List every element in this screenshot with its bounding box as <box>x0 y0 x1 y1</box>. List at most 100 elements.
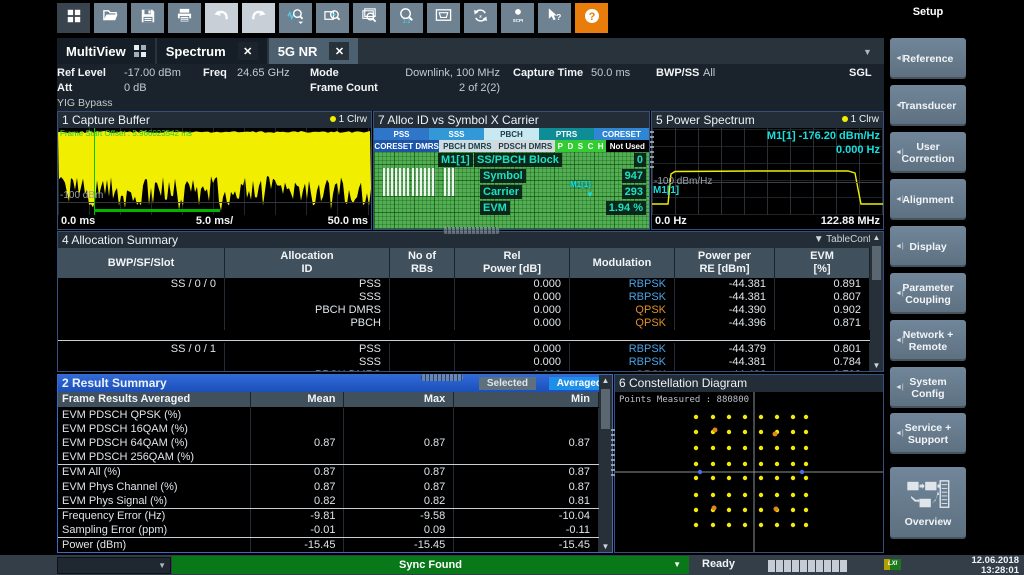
column-header-min[interactable]: Min <box>454 392 598 407</box>
marker-readout-level: M1[1] -176.20 dBm/Hz <box>767 130 880 142</box>
overview-icon <box>905 479 951 514</box>
freq-label: Freq <box>203 67 227 79</box>
marker-row-label: Carrier <box>480 185 522 199</box>
submenu-arrow-icon: ◄| <box>895 290 904 297</box>
legend-chip-sss: SSS <box>429 128 484 140</box>
analysis-interval-bar <box>94 209 220 212</box>
table-row: PBCH DMRS0.000QPSK-44.4060.793 <box>58 369 870 371</box>
marker-value: 947 <box>622 169 646 183</box>
zoom-button[interactable] <box>316 3 349 33</box>
constellation-plot: Points Measured : 880800 <box>615 392 883 552</box>
cell <box>344 408 454 422</box>
column-header-max[interactable]: Max <box>344 392 453 407</box>
window-title-bar[interactable]: 2 Result Summary SelectedAveraged <box>58 375 612 392</box>
splitter-handle[interactable] <box>443 227 500 234</box>
zoom-trace-button[interactable] <box>279 3 312 33</box>
tab-overflow-icon[interactable]: ▼ <box>863 47 872 57</box>
progress-bar <box>768 559 848 575</box>
tab-close-icon[interactable]: ✕ <box>238 42 258 60</box>
column-header-no-of[interactable]: No ofRBs <box>390 248 454 278</box>
column-header-power-per[interactable]: Power perRE [dBm] <box>675 248 774 278</box>
cell <box>454 450 599 464</box>
windows-button[interactable] <box>57 3 90 33</box>
sequence-button[interactable]: s <box>464 3 497 33</box>
softkey-user-correction[interactable]: ◄|UserCorrection <box>890 132 966 173</box>
window-title-bar[interactable]: 1 Capture Buffer 1 Clrw <box>58 112 371 128</box>
frame-count-value[interactable]: 2 of 2(2) <box>357 82 500 94</box>
softkey-transducer[interactable]: ◄|Transducer <box>890 85 966 126</box>
capture-time-value[interactable]: 50.0 ms <box>591 67 630 79</box>
chevron-down-icon: ▼ <box>673 556 681 574</box>
cell: PSS <box>225 343 390 356</box>
softkey-system-config[interactable]: ◄|SystemConfig <box>890 367 966 408</box>
resource-hatch-block <box>383 168 409 196</box>
help-button[interactable]: ? <box>575 3 608 33</box>
tab-bar: MultiViewSpectrum✕5G NR✕ <box>57 38 884 64</box>
cursor-help-button[interactable]: ? <box>538 3 571 33</box>
group-separator <box>58 330 870 341</box>
open-file-button[interactable] <box>94 3 127 33</box>
cell: -9.81 <box>251 509 345 523</box>
save-button[interactable] <box>131 3 164 33</box>
tab-multiview[interactable]: MultiView <box>57 38 155 64</box>
cell: 0.807 <box>775 291 870 304</box>
undo-button[interactable] <box>205 3 238 33</box>
column-header-frame-results-averaged[interactable]: Frame Results Averaged <box>58 392 250 407</box>
splitter-handle[interactable] <box>650 130 654 168</box>
marker-m1-flag[interactable]: M1[1] <box>570 180 591 189</box>
mode-value[interactable]: Downlink, 100 MHz <box>357 67 500 79</box>
softkey-label: ParameterCoupling <box>902 282 953 306</box>
datetime[interactable]: 12.06.2018 13:28:01 <box>971 556 1019 575</box>
print-button[interactable] <box>168 3 201 33</box>
softkey-service-support[interactable]: ◄|Service +Support <box>890 413 966 454</box>
freq-value[interactable]: 24.65 GHz <box>237 67 290 79</box>
window-alloc-id-vs-symbol-carrier: 7 Alloc ID vs Symbol X Carrier PSSSSSPBC… <box>373 111 650 230</box>
tab-close-icon[interactable]: ✕ <box>329 42 349 60</box>
column-header-allocation[interactable]: AllocationID <box>225 248 389 278</box>
legend-chip-h: H <box>596 140 606 152</box>
window-title-bar[interactable]: 4 Allocation Summary ▼ TableConfig <box>58 232 883 248</box>
softkey-reference[interactable]: ◄|Reference <box>890 38 966 79</box>
window-title-bar[interactable]: 5 Power Spectrum 1 Clrw <box>652 112 883 128</box>
softkey-network-remote[interactable]: ◄|Network +Remote <box>890 320 966 361</box>
softkey-parameter-coupling[interactable]: ◄|ParameterCoupling <box>890 273 966 314</box>
alloc-grid-plot: M1[1]SS/PBCH Block0Symbol947Carrier293EV… <box>374 152 649 229</box>
column-header-bwp-sf-slot[interactable]: BWP/SF/Slot <box>58 248 224 278</box>
instrument-screen: 1:1 sSCPI?? MultiViewSpectrum✕5G NR✕ ▼ Re… <box>0 0 1024 575</box>
toggle-selected[interactable]: Selected <box>479 377 536 390</box>
cell: 0.000 <box>455 278 570 291</box>
tab-spectrum[interactable]: Spectrum✕ <box>157 38 267 64</box>
zoom-multi-window-button[interactable] <box>353 3 386 33</box>
sync-status-bar[interactable]: Sync Found ▼ <box>172 556 689 574</box>
softkey-display[interactable]: ◄|Display <box>890 226 966 267</box>
overview-button[interactable]: Overview <box>890 467 966 539</box>
column-header-evm[interactable]: EVM[%] <box>775 248 869 278</box>
zoom-1-1-button[interactable]: 1:1 <box>390 3 423 33</box>
fit-screen-button[interactable] <box>427 3 460 33</box>
column-header-mean[interactable]: Mean <box>251 392 344 407</box>
scpi-button[interactable]: SCPI <box>501 3 534 33</box>
status-dropdown[interactable]: ▼ <box>57 557 171 574</box>
cell: PBCH DMRS <box>225 369 390 371</box>
window-title-bar[interactable]: 7 Alloc ID vs Symbol X Carrier <box>374 112 649 128</box>
vertical-scrollbar[interactable]: ▲ ▼ <box>870 232 883 371</box>
cell <box>454 408 599 422</box>
column-header-rel[interactable]: RelPower [dB] <box>455 248 569 278</box>
cell: Sampling Error (ppm) <box>58 523 251 537</box>
tab-5g-nr[interactable]: 5G NR✕ <box>269 38 359 64</box>
table-row: Sampling Error (ppm)-0.010.09-0.11 <box>58 523 599 538</box>
splitter-handle[interactable] <box>421 374 463 381</box>
window-title-bar[interactable]: 6 Constellation Diagram <box>615 375 883 392</box>
bwp-value[interactable]: All <box>703 67 715 79</box>
softkey-alignment[interactable]: ◄|Alignment <box>890 179 966 220</box>
marker-m1-label[interactable]: M1[1] <box>653 185 679 196</box>
att-value[interactable]: 0 dB <box>124 82 147 94</box>
column-header-modulation[interactable]: Modulation <box>570 248 674 278</box>
frame-start-marker-line[interactable] <box>94 128 95 215</box>
ref-level-value[interactable]: -17.00 dBm <box>124 67 181 79</box>
splitter-handle[interactable] <box>611 428 615 476</box>
redo-button[interactable] <box>242 3 275 33</box>
overview-label: Overview <box>905 516 952 528</box>
zoom-icon <box>324 7 341 29</box>
cell: 0.87 <box>344 479 454 493</box>
